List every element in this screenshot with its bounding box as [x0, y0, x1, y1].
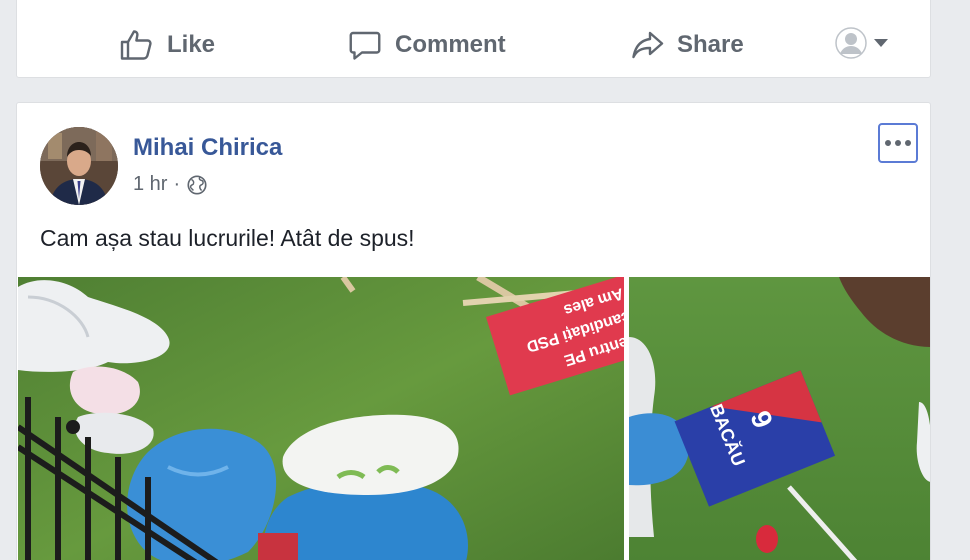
post-photo-2[interactable]: 9 BACĂU: [629, 277, 930, 560]
like-button[interactable]: Like: [119, 27, 215, 63]
globe-icon[interactable]: [186, 174, 208, 196]
post-timestamp[interactable]: 1 hr: [133, 173, 167, 196]
share-label: Share: [677, 31, 744, 58]
user-avatar-icon: [835, 27, 867, 59]
author-avatar[interactable]: [40, 127, 118, 205]
share-button[interactable]: Share: [629, 27, 744, 63]
litter-grass-photo: pentru PE candidați PSD Am ales: [18, 277, 624, 560]
meta-separator: ·: [173, 173, 181, 195]
previous-post-card: Like Comment Share: [16, 0, 931, 78]
share-arrow-icon: [632, 31, 664, 59]
ellipsis-icon-dot: [885, 140, 891, 146]
like-label: Like: [167, 31, 216, 58]
post-card: Mihai Chirica 1 hr · Cam așa stau lucrur…: [16, 102, 931, 560]
comment-label: Comment: [395, 31, 506, 58]
speech-bubble-icon: [349, 31, 381, 60]
reaction-audience-selector[interactable]: [835, 27, 889, 59]
post-meta: 1 hr ·: [133, 173, 208, 196]
sign-on-grass-photo: 9 BACĂU: [629, 277, 930, 560]
ellipsis-icon-dot: [895, 140, 901, 146]
comment-button[interactable]: Comment: [347, 27, 506, 63]
thumbs-up-icon: [120, 30, 152, 60]
post-action-bar: Like Comment Share: [17, 15, 930, 65]
caret-down-icon: [874, 39, 888, 47]
ellipsis-icon-dot: [905, 140, 911, 146]
post-options-button[interactable]: [878, 123, 918, 163]
post-text: Cam așa stau lucrurile! Atât de spus!: [40, 225, 415, 251]
author-photo: [40, 127, 118, 205]
author-name-link[interactable]: Mihai Chirica: [133, 134, 282, 162]
post-photo-1[interactable]: pentru PE candidați PSD Am ales: [18, 277, 624, 560]
